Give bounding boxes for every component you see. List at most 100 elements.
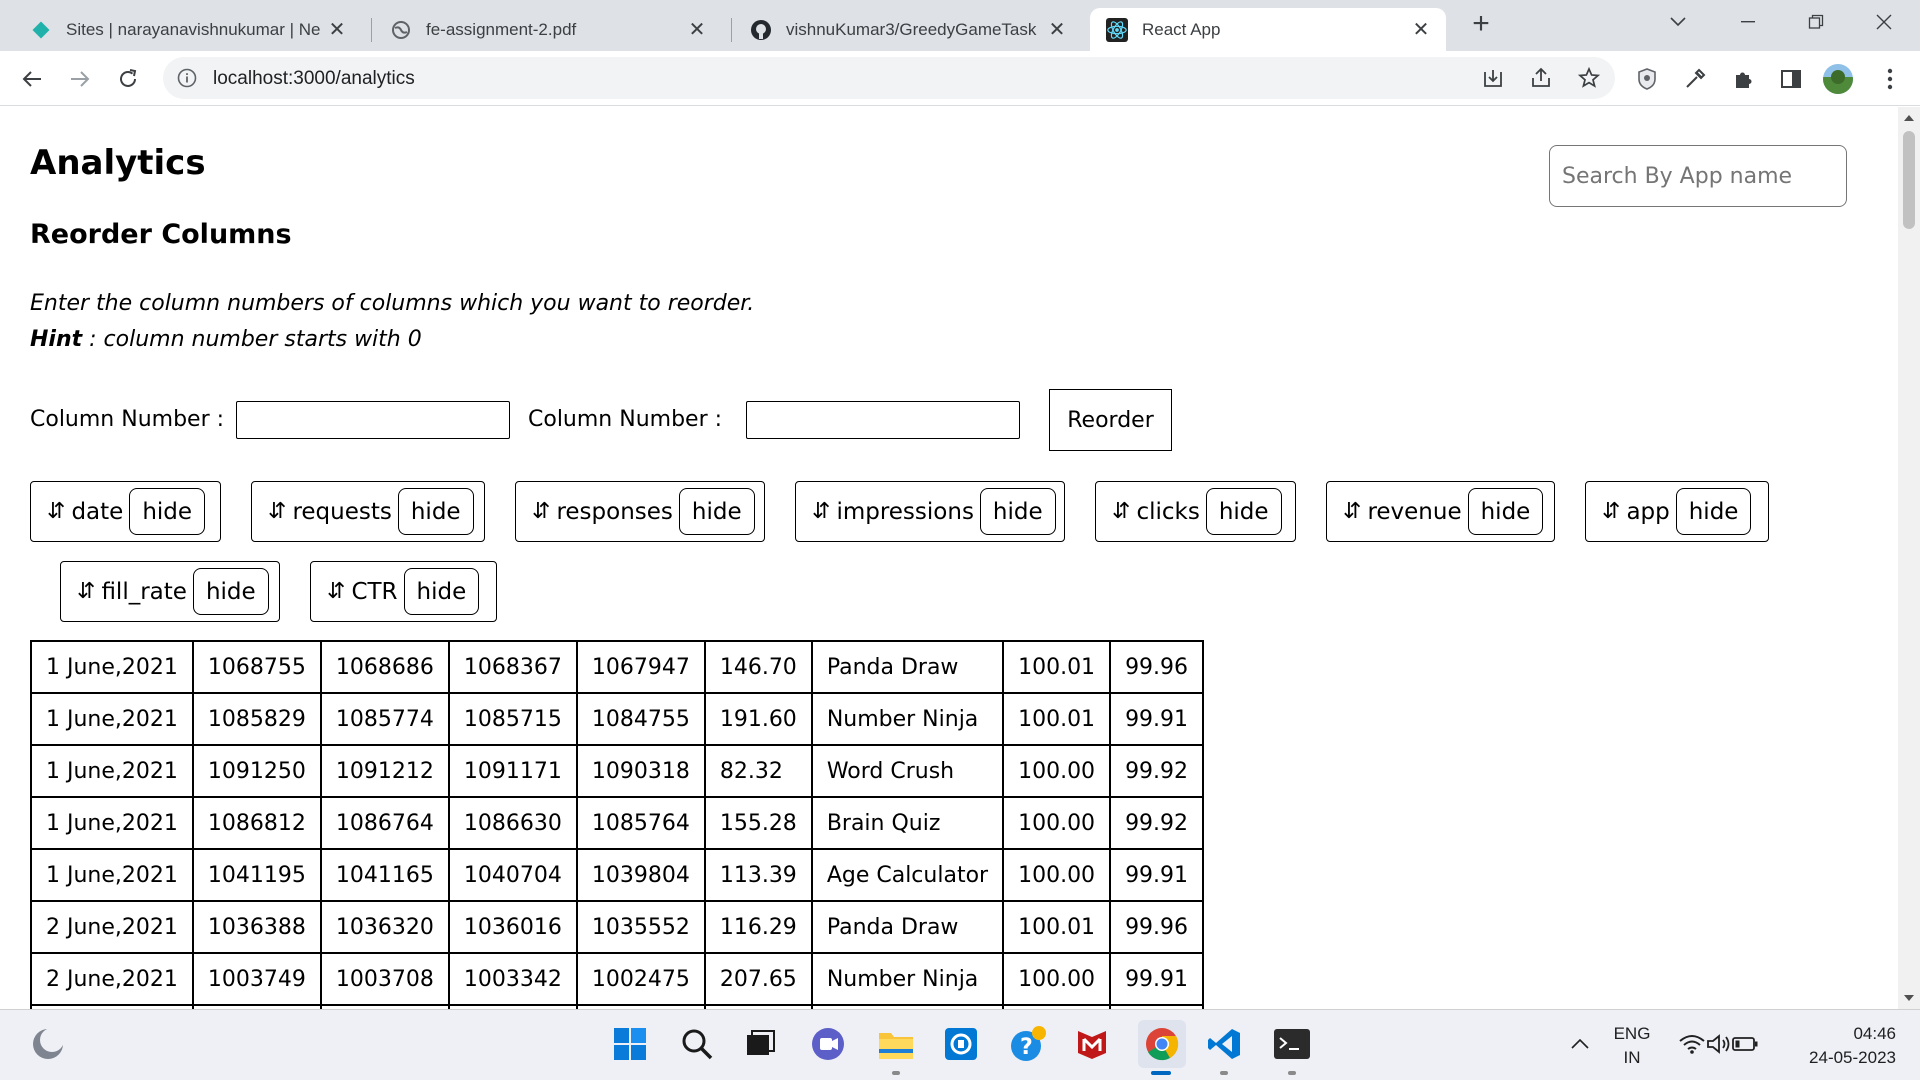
- column-chip-clicks[interactable]: ⇵ clicks hide: [1095, 481, 1296, 542]
- sort-icon[interactable]: ⇵: [327, 579, 345, 604]
- table-cell: 1085764: [575, 796, 706, 850]
- column-chip-impressions[interactable]: ⇵ impressions hide: [795, 481, 1065, 542]
- hide-button[interactable]: hide: [397, 488, 474, 535]
- hide-button[interactable]: hide: [979, 488, 1056, 535]
- hint-label: Hint: [30, 327, 83, 352]
- shield-extension-icon[interactable]: [1629, 61, 1665, 97]
- search-input[interactable]: [1549, 145, 1847, 207]
- tab-search-chevron-icon[interactable]: [1658, 8, 1698, 36]
- restore-icon[interactable]: [1796, 8, 1836, 36]
- column-number-label-1: Column Number :: [30, 407, 225, 432]
- tab-github[interactable]: vishnuKumar3/GreedyGameTask ✕: [734, 8, 1082, 51]
- sort-icon[interactable]: ⇵: [1602, 499, 1620, 524]
- table-row: 2 June,2021 1003749 1003708 1003342 1002…: [30, 952, 1205, 1006]
- hide-button[interactable]: hide: [1675, 488, 1752, 535]
- back-arrow-icon[interactable]: [14, 61, 50, 97]
- region-indicator[interactable]: IN: [1608, 1048, 1656, 1068]
- terminal-icon[interactable]: [1272, 1024, 1312, 1064]
- hide-button[interactable]: hide: [192, 568, 269, 615]
- column-chip-revenue[interactable]: ⇵ revenue hide: [1326, 481, 1555, 542]
- table-cell: 100.00: [1002, 848, 1112, 902]
- column-name: fill_rate: [101, 578, 187, 605]
- windows-start-icon[interactable]: [610, 1024, 650, 1064]
- hint-body: : column number starts with 0: [82, 327, 422, 352]
- minimize-icon[interactable]: [1728, 8, 1768, 36]
- table-cell: 1068686: [319, 640, 450, 694]
- info-icon[interactable]: [177, 68, 197, 88]
- close-window-icon[interactable]: [1864, 8, 1904, 36]
- eyedropper-icon[interactable]: [1677, 61, 1713, 97]
- tab-title: Sites | narayanavishnukumar | Ne: [66, 19, 320, 39]
- reorder-instruction: Enter the column numbers of columns whic…: [30, 291, 755, 316]
- system-tray[interactable]: [1670, 1024, 1766, 1064]
- vscode-icon[interactable]: [1204, 1024, 1244, 1064]
- hide-button[interactable]: hide: [403, 568, 480, 615]
- browser-menu-icon[interactable]: [1872, 61, 1908, 97]
- tab-react-app[interactable]: React App ✕: [1090, 8, 1446, 51]
- address-bar[interactable]: localhost:3000/analytics: [163, 57, 1615, 99]
- sort-icon[interactable]: ⇵: [1343, 499, 1361, 524]
- extensions-puzzle-icon[interactable]: [1725, 61, 1761, 97]
- column-chip-requests[interactable]: ⇵ requests hide: [251, 481, 485, 542]
- table-cell: Age Calculator: [810, 848, 1005, 902]
- close-icon[interactable]: ✕: [686, 19, 708, 41]
- reload-icon[interactable]: [110, 61, 146, 97]
- hide-button[interactable]: hide: [1467, 488, 1544, 535]
- search-icon[interactable]: [677, 1024, 717, 1064]
- column-name: requests: [292, 498, 392, 525]
- sort-icon[interactable]: ⇵: [77, 579, 95, 604]
- scroll-up-arrow-icon[interactable]: [1904, 115, 1914, 121]
- language-indicator[interactable]: ENG: [1608, 1024, 1656, 1044]
- table-cell: 1085715: [447, 692, 578, 746]
- column-number-input-2[interactable]: [746, 401, 1020, 439]
- table-cell: 1 June,2021: [30, 640, 194, 694]
- tab-pdf[interactable]: fe-assignment-2.pdf ✕: [374, 8, 722, 51]
- hide-button[interactable]: hide: [678, 488, 755, 535]
- url-text: localhost:3000/analytics: [213, 68, 415, 89]
- table-cell: 113.39: [703, 848, 813, 902]
- browser-toolbar: localhost:3000/analytics: [0, 51, 1920, 106]
- column-chip-ctr[interactable]: ⇵ CTR hide: [310, 561, 497, 622]
- sort-icon[interactable]: ⇵: [47, 499, 65, 524]
- chrome-icon[interactable]: [1138, 1020, 1186, 1068]
- table-cell: Brain Quiz: [810, 796, 1005, 850]
- sort-icon[interactable]: ⇵: [268, 499, 286, 524]
- hide-button[interactable]: hide: [129, 488, 206, 535]
- hide-button[interactable]: hide: [1205, 488, 1282, 535]
- column-chip-date[interactable]: ⇵ date hide: [30, 481, 221, 542]
- column-chip-fill-rate[interactable]: ⇵ fill_rate hide: [60, 561, 280, 622]
- tab-sites[interactable]: Sites | narayanavishnukumar | Ne ✕: [14, 8, 362, 51]
- sort-icon[interactable]: ⇵: [812, 499, 830, 524]
- forward-arrow-icon[interactable]: [62, 61, 98, 97]
- side-panel-icon[interactable]: [1773, 61, 1809, 97]
- mcafee-icon[interactable]: [1072, 1024, 1112, 1064]
- scroll-down-arrow-icon[interactable]: [1904, 995, 1914, 1001]
- get-help-icon[interactable]: ?: [1008, 1024, 1048, 1064]
- store-app-icon[interactable]: [941, 1024, 981, 1064]
- close-icon[interactable]: ✕: [326, 19, 348, 41]
- task-view-icon[interactable]: [740, 1024, 780, 1064]
- volume-icon: [1707, 1034, 1730, 1054]
- page-scrollbar[interactable]: [1898, 107, 1920, 1009]
- table-cell: 99.96: [1109, 640, 1205, 694]
- column-number-input-1[interactable]: [236, 401, 510, 439]
- show-hidden-icons-chevron-icon[interactable]: [1562, 1024, 1598, 1064]
- clock-date[interactable]: 24-05-2023: [1776, 1048, 1896, 1068]
- share-icon[interactable]: [1529, 66, 1553, 90]
- weather-widget-icon[interactable]: [28, 1024, 68, 1064]
- scrollbar-thumb[interactable]: [1903, 131, 1915, 229]
- close-icon[interactable]: ✕: [1410, 19, 1432, 41]
- close-icon[interactable]: ✕: [1046, 19, 1068, 41]
- clock-time[interactable]: 04:46: [1796, 1024, 1896, 1044]
- file-explorer-icon[interactable]: [876, 1024, 916, 1064]
- column-chip-app[interactable]: ⇵ app hide: [1585, 481, 1769, 542]
- reorder-button[interactable]: Reorder: [1049, 389, 1172, 451]
- bookmark-star-icon[interactable]: [1577, 66, 1601, 90]
- column-chip-responses[interactable]: ⇵ responses hide: [515, 481, 765, 542]
- sort-icon[interactable]: ⇵: [532, 499, 550, 524]
- teams-chat-icon[interactable]: [808, 1024, 848, 1064]
- new-tab-button[interactable]: +: [1466, 9, 1496, 40]
- install-app-icon[interactable]: [1481, 66, 1505, 90]
- sort-icon[interactable]: ⇵: [1112, 499, 1130, 524]
- profile-avatar[interactable]: [1820, 61, 1856, 97]
